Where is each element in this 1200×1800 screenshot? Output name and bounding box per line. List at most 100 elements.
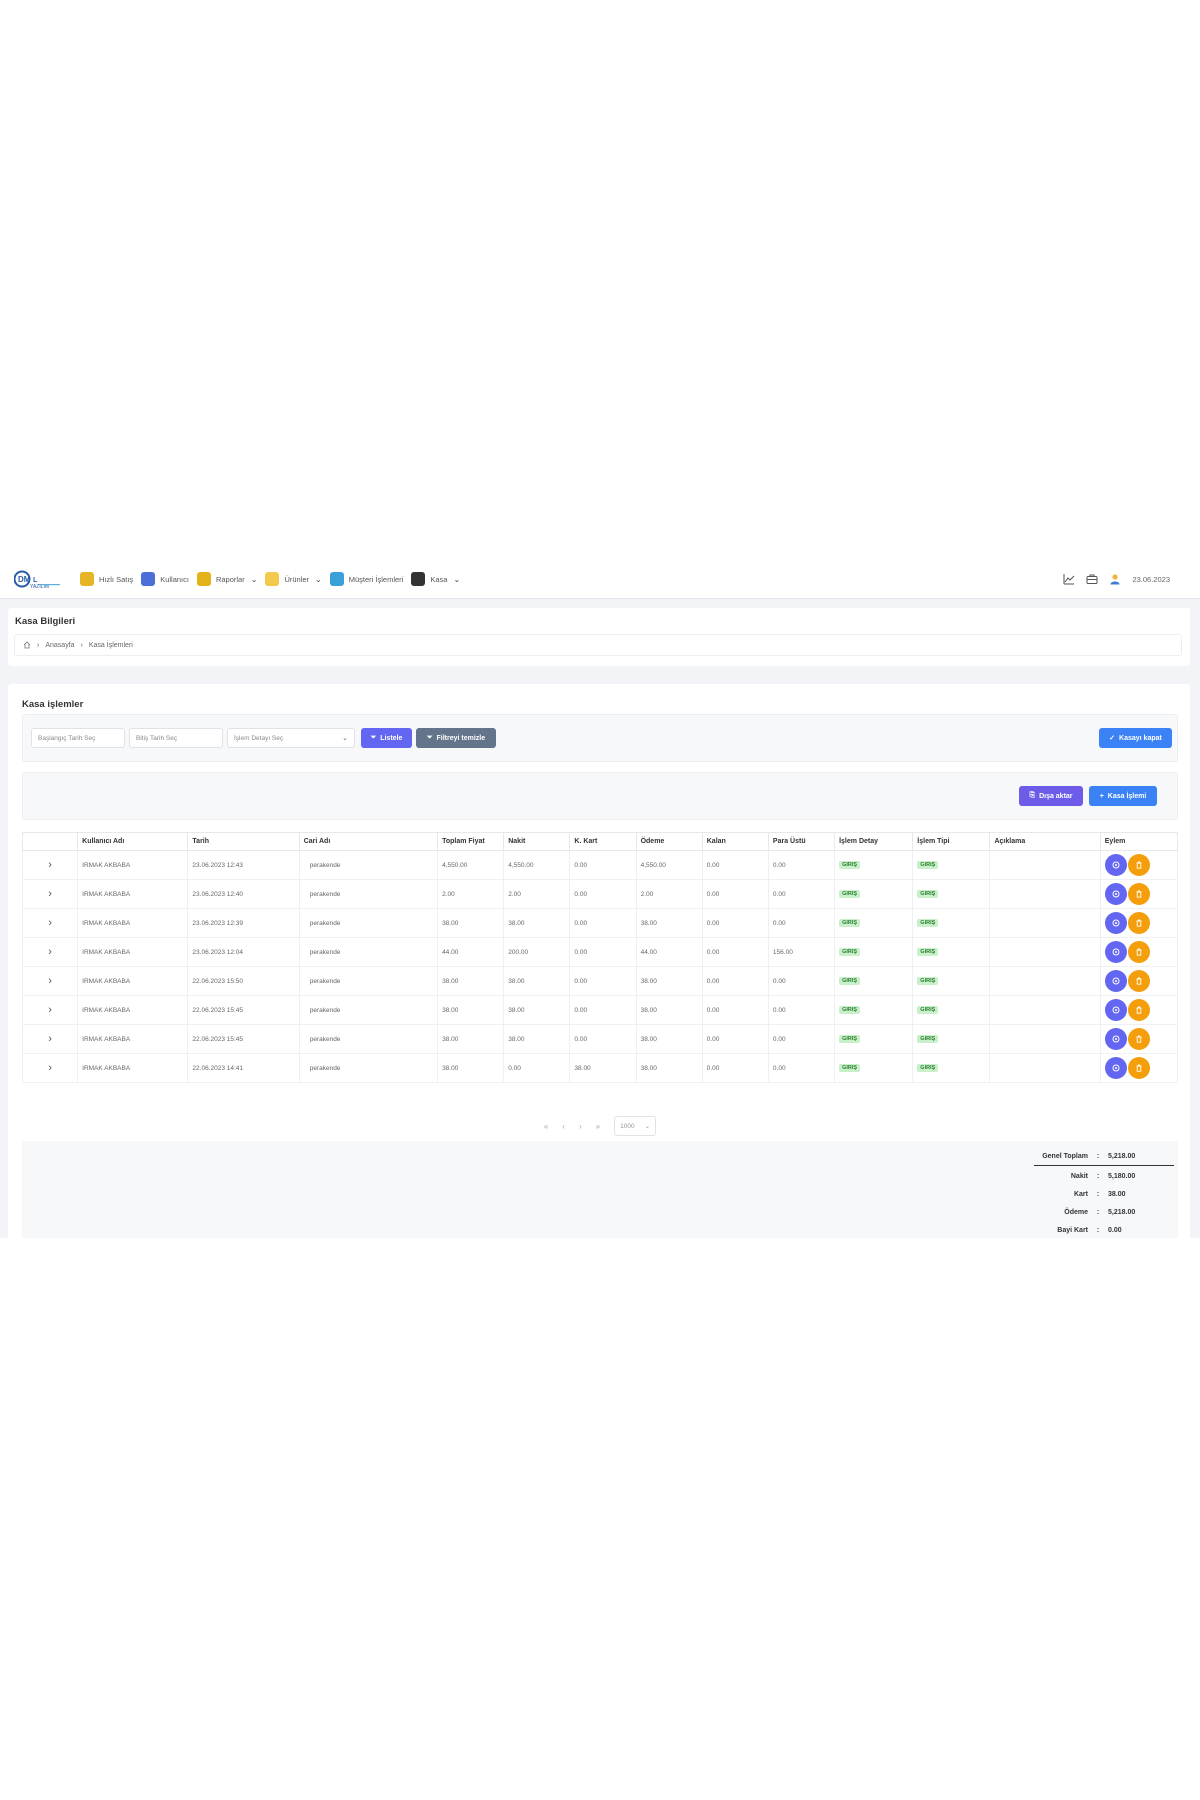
cell-actions	[1099, 1053, 1179, 1083]
next-page-button[interactable]: ›	[579, 1122, 582, 1131]
cell-type: GIRIŞ	[912, 995, 991, 1025]
nav-item-1[interactable]: Kullanıcı	[141, 572, 189, 586]
total-separator: :	[1096, 1173, 1100, 1180]
trash-icon	[1136, 919, 1142, 927]
cell-total: 38.00	[437, 1024, 505, 1054]
cell-detail: GIRIŞ	[834, 879, 914, 909]
chevron-right-icon[interactable]: ›	[48, 1033, 52, 1045]
expand-row-cell: ›	[21, 1024, 79, 1054]
start-date-input[interactable]: Başlangıç Tarih Seç	[31, 728, 125, 748]
view-button[interactable]	[1104, 1028, 1127, 1050]
status-badge: GIRIŞ	[839, 1064, 861, 1072]
dml-logo[interactable]: DM L YAZILIM	[14, 568, 62, 590]
cash-register-icon	[411, 572, 426, 586]
clear-filter-button[interactable]: ⏷ Filtreyi temizle	[416, 728, 496, 748]
column-header: Cari Adı	[298, 832, 439, 851]
total-separator: :	[1096, 1191, 1100, 1198]
column-header: Kullanıcı Adı	[77, 832, 189, 851]
chevron-right-icon[interactable]: ›	[48, 917, 52, 929]
delete-button[interactable]	[1127, 970, 1150, 992]
main-menu: Hızlı Satış Kullanıcı Raporlar ⌄ Ürünler ⌄ Müş…	[80, 560, 460, 598]
total-label: Ödeme	[1064, 1209, 1088, 1216]
svg-text:L: L	[33, 577, 38, 584]
breadcrumb-card: Kasa Bilgileri › Anasayfa › Kasa İşlemle…	[8, 608, 1190, 666]
total-value: 5,218.00	[1108, 1153, 1136, 1160]
chevron-right-icon[interactable]: ›	[48, 975, 52, 987]
delete-button[interactable]	[1127, 912, 1150, 934]
breadcrumb-home-link[interactable]: Anasayfa	[45, 642, 74, 649]
status-badge: GIRIŞ	[917, 977, 939, 985]
page-size-select[interactable]: 1000 ⌄	[614, 1116, 657, 1136]
last-page-button[interactable]: »	[596, 1122, 600, 1131]
eye-icon	[1112, 948, 1120, 956]
transaction-detail-select[interactable]: İşlem Detayı Seç ⌄	[227, 728, 355, 748]
table-row: › IRMAK AKBABA 22.06.2023 15:50 perakende 38…	[21, 966, 1179, 996]
nav-item-2[interactable]: Raporlar ⌄	[196, 572, 257, 586]
chart-icon[interactable]	[1063, 573, 1075, 585]
delete-button[interactable]	[1127, 999, 1150, 1021]
cell-type: GIRIŞ	[912, 966, 991, 996]
chevron-right-icon: ›	[37, 641, 40, 649]
eye-icon	[1112, 890, 1120, 898]
view-button[interactable]	[1104, 912, 1127, 934]
delete-button[interactable]	[1127, 854, 1150, 876]
nav-item-5[interactable]: Kasa ⌄	[411, 572, 460, 586]
cell-date: 22.06.2023 15:50	[187, 966, 300, 996]
chevron-right-icon[interactable]: ›	[48, 888, 52, 900]
view-button[interactable]	[1104, 854, 1127, 876]
filter-panel: Başlangıç Tarih Seç Bitiş Tarih Seç İşle…	[22, 714, 1178, 762]
cell-date: 22.06.2023 15:45	[187, 1024, 300, 1054]
cell-card: 0.00	[569, 937, 637, 967]
column-header: Açıklama	[989, 832, 1101, 851]
cell-cash: 38.00	[503, 995, 571, 1025]
crown-icon	[80, 572, 94, 586]
total-label: Genel Toplam	[1042, 1153, 1088, 1160]
first-page-button[interactable]: «	[544, 1122, 548, 1131]
home-icon[interactable]	[23, 641, 31, 649]
export-button[interactable]: ⎘ Dışa aktar	[1019, 786, 1083, 806]
cell-payment: 44.00	[635, 937, 703, 967]
status-badge: GIRIŞ	[917, 1006, 939, 1014]
view-button[interactable]	[1104, 1057, 1127, 1079]
cell-payment: 38.00	[635, 1053, 703, 1083]
cell-actions	[1099, 850, 1179, 880]
cell-user: IRMAK AKBABA	[77, 908, 189, 938]
chevron-right-icon[interactable]: ›	[48, 1004, 52, 1016]
view-button[interactable]	[1104, 999, 1127, 1021]
user-avatar-icon[interactable]	[1109, 573, 1121, 585]
cell-cari: perakende	[298, 966, 439, 996]
nav-item-4[interactable]: Müşteri İşlemleri	[329, 572, 403, 586]
delete-button[interactable]	[1127, 1028, 1150, 1050]
chevron-right-icon[interactable]: ›	[48, 1062, 52, 1074]
cell-remaining: 0.00	[701, 937, 769, 967]
cell-cash: 2.00	[503, 879, 571, 909]
nav-item-0[interactable]: Hızlı Satış	[80, 572, 133, 586]
cell-user: IRMAK AKBABA	[77, 850, 189, 880]
cell-payment: 38.00	[635, 1024, 703, 1054]
cell-remaining: 0.00	[701, 879, 769, 909]
status-badge: GIRIŞ	[839, 890, 861, 898]
delete-button[interactable]	[1127, 883, 1150, 905]
nav-item-3[interactable]: Ürünler ⌄	[265, 572, 322, 586]
end-date-input[interactable]: Bitiş Tarih Seç	[129, 728, 223, 748]
chevron-right-icon[interactable]: ›	[48, 946, 52, 958]
breadcrumb: › Anasayfa › Kasa İşlemleri	[14, 634, 1182, 656]
view-button[interactable]	[1104, 970, 1127, 992]
cell-user: IRMAK AKBABA	[77, 966, 189, 996]
briefcase-icon[interactable]	[1086, 573, 1098, 585]
view-button[interactable]	[1104, 941, 1127, 963]
cell-actions	[1099, 966, 1179, 996]
cell-cari: perakende	[298, 1053, 439, 1083]
trash-icon	[1136, 1006, 1142, 1014]
cell-cash: 38.00	[503, 966, 571, 996]
delete-button[interactable]	[1127, 1057, 1150, 1079]
prev-page-button[interactable]: ‹	[562, 1122, 565, 1131]
expand-row-cell: ›	[21, 879, 79, 909]
close-register-button[interactable]: ✓ Kasayı kapat	[1099, 728, 1172, 748]
delete-button[interactable]	[1127, 941, 1150, 963]
list-button[interactable]: ⏷ Listele	[361, 728, 412, 748]
new-cash-operation-button[interactable]: + Kasa İşlemi	[1089, 786, 1157, 806]
view-button[interactable]	[1104, 883, 1127, 905]
chevron-right-icon[interactable]: ›	[48, 859, 52, 871]
cell-change: 156.00	[767, 937, 836, 967]
